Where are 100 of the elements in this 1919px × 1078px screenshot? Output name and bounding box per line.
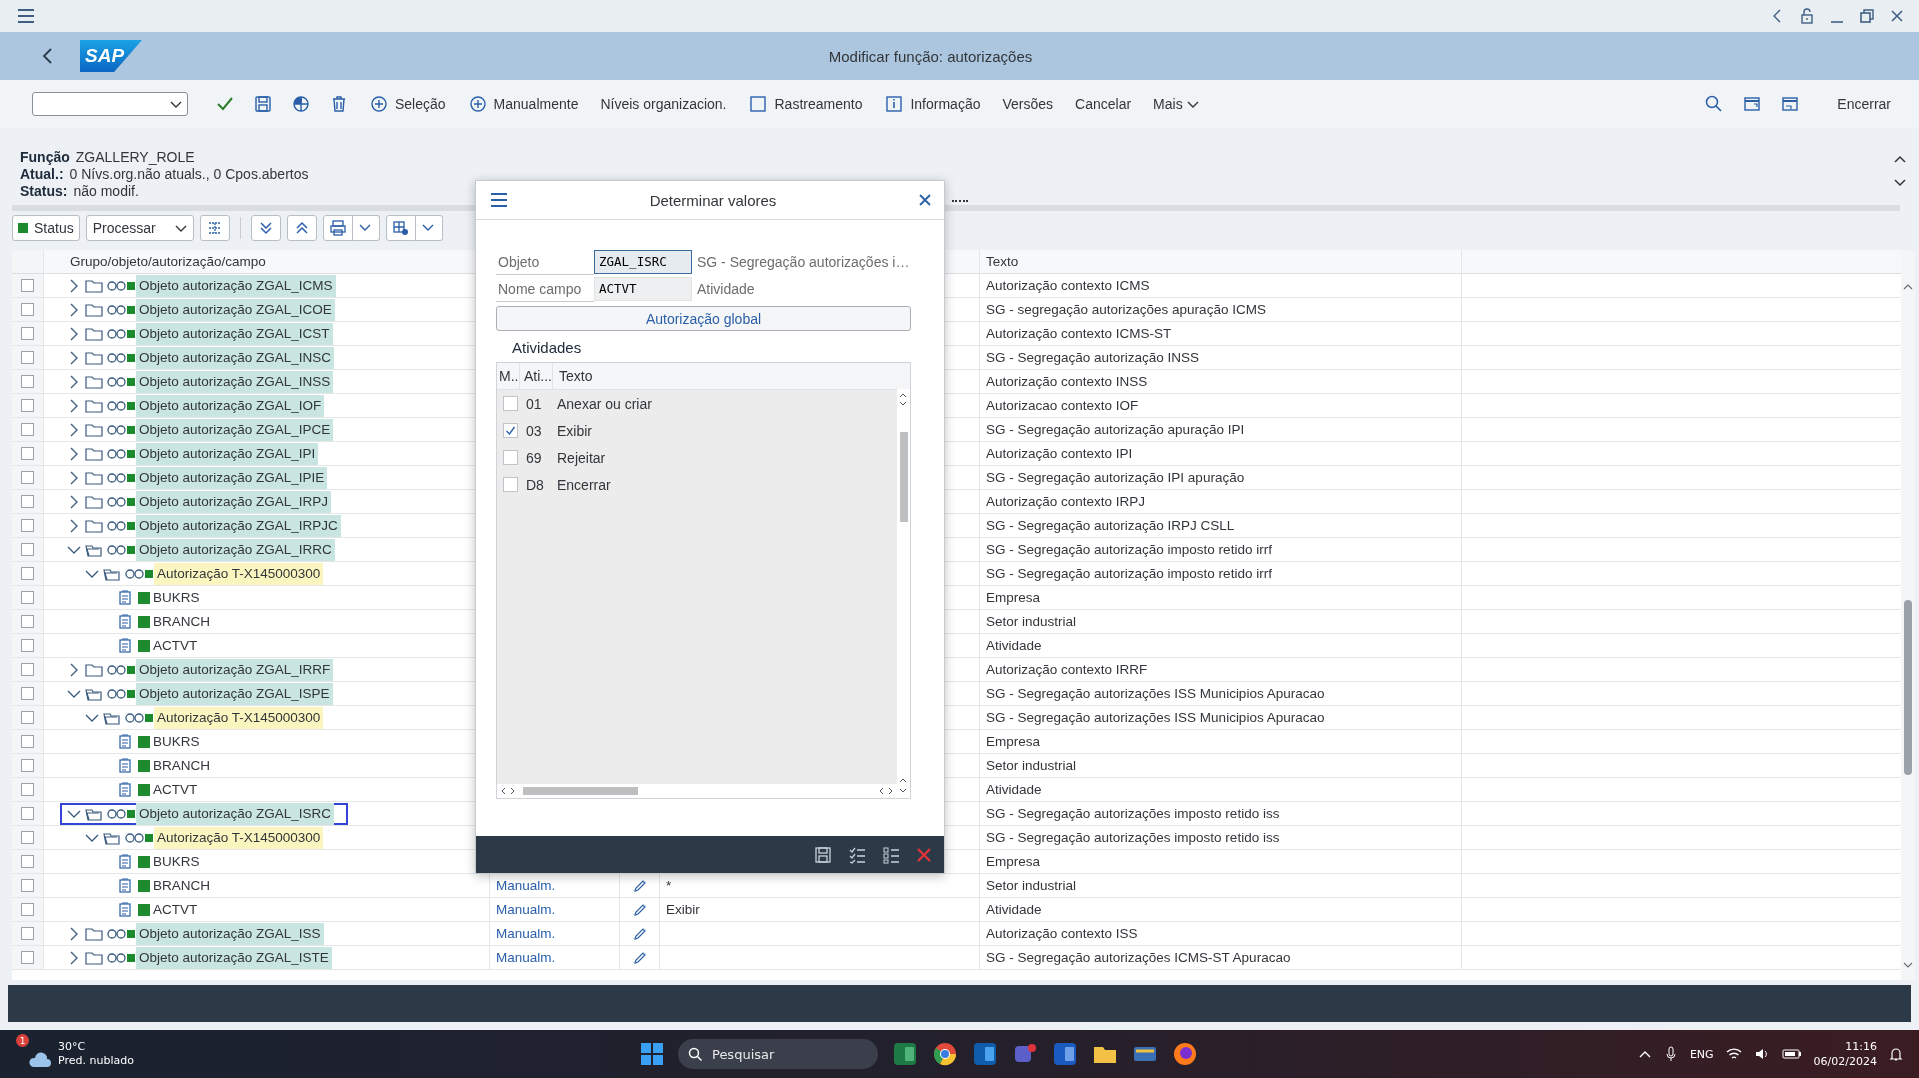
battery-icon[interactable] bbox=[1781, 1048, 1802, 1060]
row-checkbox[interactable] bbox=[21, 447, 34, 460]
row-checkbox[interactable] bbox=[21, 663, 34, 676]
save-icon[interactable] bbox=[814, 845, 832, 864]
column-header[interactable]: Ati... bbox=[524, 368, 552, 384]
globe-icon[interactable] bbox=[291, 94, 311, 114]
status-link[interactable]: Manualm. bbox=[496, 878, 556, 893]
tree-node-label[interactable]: BRANCH bbox=[150, 754, 213, 777]
pencil-icon[interactable] bbox=[632, 926, 647, 941]
row-checkbox[interactable] bbox=[21, 759, 34, 772]
wifi-icon[interactable] bbox=[1725, 1047, 1742, 1061]
checkbox[interactable] bbox=[503, 477, 518, 492]
scroll-up-icon[interactable] bbox=[899, 391, 907, 399]
row-checkbox[interactable] bbox=[21, 279, 34, 292]
tree-node-label[interactable]: Objeto autorização ZGAL_INSS bbox=[136, 370, 334, 393]
weather-cloud-icon[interactable] bbox=[28, 1051, 52, 1067]
lock-icon[interactable] bbox=[1799, 7, 1815, 25]
checklist-icon[interactable] bbox=[848, 845, 866, 864]
scroll-thumb[interactable] bbox=[523, 787, 638, 795]
language-indicator[interactable]: ENG bbox=[1689, 1047, 1714, 1061]
cancel-icon[interactable] bbox=[916, 846, 932, 863]
status-link[interactable]: Manualm. bbox=[496, 950, 556, 965]
toolbar-button[interactable]: Seleção bbox=[369, 94, 446, 114]
row-checkbox[interactable] bbox=[21, 639, 34, 652]
tree-node-label[interactable]: Autorização T-X145000300 bbox=[154, 826, 324, 849]
tree-node-label[interactable]: ACTVT bbox=[150, 898, 201, 921]
vertical-scrollbar[interactable] bbox=[897, 389, 910, 798]
scroll-thumb[interactable] bbox=[1904, 600, 1912, 775]
toolbar-button[interactable]: Mais bbox=[1153, 96, 1201, 112]
scroll-left-icon[interactable] bbox=[877, 787, 885, 795]
status-link[interactable]: Manualm. bbox=[496, 902, 556, 917]
row-checkbox[interactable] bbox=[21, 399, 34, 412]
tree-node-label[interactable]: Autorização T-X145000300 bbox=[154, 562, 324, 585]
scroll-up-icon[interactable] bbox=[899, 776, 907, 784]
column-header[interactable]: M.. bbox=[499, 368, 519, 384]
tree-node-label[interactable]: Objeto autorização ZGAL_ICOE bbox=[136, 298, 335, 321]
expand-all[interactable] bbox=[286, 215, 317, 241]
row-checkbox[interactable] bbox=[21, 591, 34, 604]
process-dropdown[interactable]: Processar bbox=[85, 215, 194, 241]
speaker-icon[interactable] bbox=[1753, 1047, 1770, 1061]
tree-node-label[interactable]: ACTVT bbox=[150, 778, 201, 801]
tree-node-label[interactable]: Objeto autorização ZGAL_IRPJC bbox=[136, 514, 341, 537]
tree-node-label[interactable]: Objeto autorização ZGAL_IRRC bbox=[136, 538, 335, 561]
window-icon[interactable] bbox=[1742, 94, 1763, 114]
tree-node-label[interactable]: Autorização T-X145000300 bbox=[154, 706, 324, 729]
input-field[interactable]: ACTVT bbox=[594, 276, 692, 301]
print[interactable] bbox=[322, 215, 353, 241]
microphone-icon[interactable] bbox=[1663, 1046, 1678, 1062]
row-checkbox[interactable] bbox=[21, 687, 34, 700]
row-checkbox[interactable] bbox=[21, 375, 34, 388]
columns[interactable] bbox=[199, 215, 230, 241]
clock-time[interactable]: 11:16 bbox=[1845, 1039, 1877, 1054]
spreadsheet-app-icon[interactable] bbox=[892, 1041, 918, 1067]
row-checkbox[interactable] bbox=[21, 495, 34, 508]
search-field[interactable]: Pesquisar bbox=[678, 1039, 878, 1069]
tree-node-label[interactable]: Objeto autorização ZGAL_ISS bbox=[136, 922, 324, 945]
tree-node-label[interactable]: Objeto autorização ZGAL_IPIE bbox=[136, 466, 328, 489]
row-checkbox[interactable] bbox=[21, 927, 34, 940]
toolbar-button[interactable]: Versões bbox=[1002, 96, 1054, 112]
scroll-down-icon[interactable] bbox=[899, 400, 907, 408]
close-icon[interactable] bbox=[1889, 8, 1905, 24]
tree-node-label[interactable]: Objeto autorização ZGAL_ISPE bbox=[136, 682, 333, 705]
tree-node-label[interactable]: Objeto autorização ZGAL_IRRF bbox=[136, 658, 334, 681]
pencil-icon[interactable] bbox=[632, 902, 647, 917]
row-checkbox[interactable] bbox=[21, 831, 34, 844]
collapse-all[interactable] bbox=[250, 215, 281, 241]
document-app-icon[interactable] bbox=[1052, 1041, 1078, 1067]
scroll-right-icon[interactable] bbox=[887, 787, 895, 795]
tree-node-label[interactable]: BRANCH bbox=[150, 874, 213, 897]
row-checkbox[interactable] bbox=[21, 903, 34, 916]
scroll-down-icon[interactable] bbox=[899, 787, 907, 795]
tree-node-label[interactable]: Objeto autorização ZGAL_ICST bbox=[136, 322, 333, 345]
row-checkbox[interactable] bbox=[21, 855, 34, 868]
menu-icon[interactable] bbox=[490, 191, 508, 209]
tree-node-label[interactable]: BUKRS bbox=[150, 730, 203, 753]
toolbar-button[interactable]: Níveis organizacion. bbox=[600, 96, 727, 112]
row-checkbox[interactable] bbox=[21, 567, 34, 580]
close-icon[interactable] bbox=[918, 193, 932, 207]
tree-node-label[interactable]: Objeto autorização ZGAL_ICMS bbox=[136, 274, 336, 297]
splitter-handle-icon[interactable] bbox=[952, 200, 968, 205]
row-checkbox[interactable] bbox=[21, 519, 34, 532]
command-field[interactable] bbox=[32, 92, 188, 116]
checkbox[interactable] bbox=[503, 396, 518, 411]
row-checkbox[interactable] bbox=[21, 543, 34, 556]
tree-node-label[interactable]: Objeto autorização ZGAL_IPCE bbox=[136, 418, 334, 441]
toolbar-button[interactable]: Informação bbox=[884, 94, 981, 114]
tree-node-label[interactable]: Objeto autorização ZGAL_IPI bbox=[136, 442, 319, 465]
row-checkbox[interactable] bbox=[21, 351, 34, 364]
column-header[interactable]: Grupo/objeto/autorização/campo bbox=[70, 254, 266, 269]
browser-icon[interactable] bbox=[932, 1041, 958, 1067]
tree-node-label[interactable]: Objeto autorização ZGAL_INSC bbox=[136, 346, 335, 369]
tree-node-label[interactable]: Objeto autorização ZGAL_ISRC bbox=[136, 802, 335, 825]
tree-node-label[interactable]: BUKRS bbox=[150, 850, 203, 873]
global-authorization-button[interactable]: Autorização global bbox=[496, 306, 911, 331]
row-checkbox[interactable] bbox=[21, 735, 34, 748]
pencil-icon[interactable] bbox=[632, 950, 647, 965]
start-icon[interactable] bbox=[640, 1042, 664, 1066]
browser-icon[interactable] bbox=[1172, 1041, 1198, 1067]
scroll-right-icon[interactable] bbox=[509, 787, 517, 795]
row-checkbox[interactable] bbox=[21, 783, 34, 796]
